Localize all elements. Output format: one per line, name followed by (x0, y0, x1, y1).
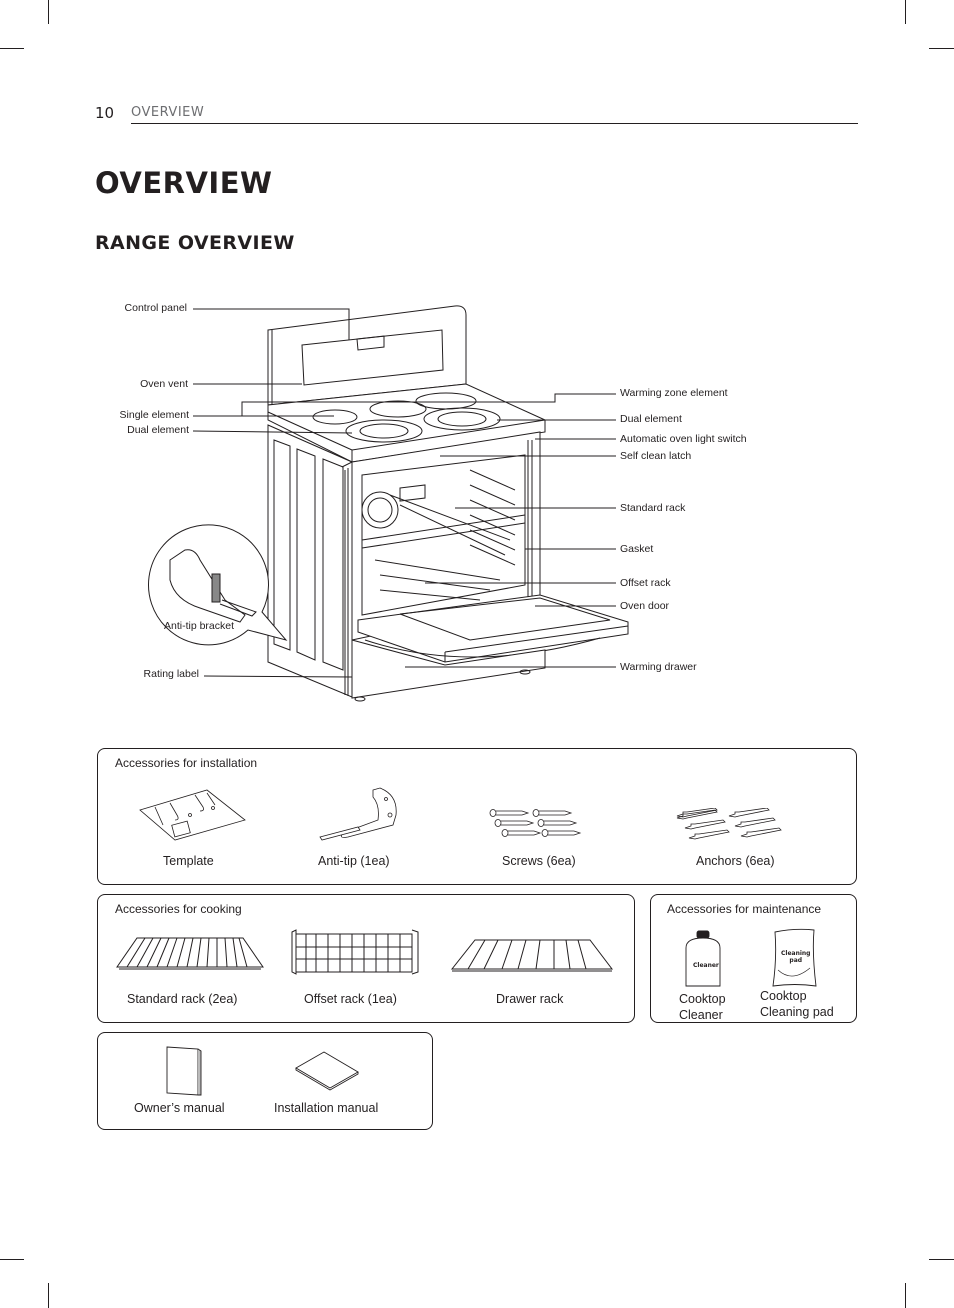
caption-template: Template (163, 854, 214, 868)
caption-cooktop-cleaner: Cooktop Cleaner (679, 991, 726, 1023)
anchors-icon (676, 808, 782, 840)
cleaning-pad-text-line2: pad (789, 957, 803, 964)
cleaning-pad-text: Cleaning pad (781, 950, 810, 964)
crop-mark (48, 1283, 49, 1308)
caption-owners-manual: Owner’s manual (134, 1101, 225, 1115)
caption-anchors: Anchors (6ea) (696, 854, 775, 868)
label-single-element: Single element (119, 409, 189, 421)
template-icon (139, 789, 246, 841)
installation-accessories-title: Accessories for installation (115, 756, 258, 770)
label-rating-label: Rating label (143, 668, 199, 680)
caption-cooktop-cleaner-line1: Cooktop (679, 992, 726, 1006)
installation-manual-icon (295, 1051, 359, 1091)
label-oven-vent: Oven vent (140, 378, 188, 390)
owners-manual-icon (166, 1046, 202, 1096)
screws-icon (489, 809, 581, 837)
label-oven-door: Oven door (620, 600, 670, 612)
maintenance-accessories-title: Accessories for maintenance (667, 902, 822, 916)
caption-standard-rack: Standard rack (2ea) (127, 992, 238, 1006)
label-dual-element-left: Dual element (127, 424, 189, 436)
anti-tip-icon (319, 787, 397, 841)
caption-cleaning-pad-line2: Cleaning pad (760, 1005, 834, 1019)
caption-anti-tip: Anti-tip (1ea) (318, 854, 390, 868)
caption-screws: Screws (6ea) (502, 854, 576, 868)
caption-offset-rack: Offset rack (1ea) (304, 992, 397, 1006)
range-illustration (148, 305, 629, 702)
crop-mark (905, 1283, 906, 1308)
side-panel-part (267, 424, 353, 698)
cleaner-bottle-text: Cleaner (693, 962, 719, 969)
standard-rack-icon (116, 937, 264, 970)
label-warming-drawer: Warming drawer (620, 661, 697, 673)
label-automatic-oven-light-switch: Automatic oven light switch (620, 433, 747, 445)
label-standard-rack: Standard rack (620, 502, 686, 514)
label-warming-zone-element: Warming zone element (620, 387, 728, 399)
label-offset-rack: Offset rack (620, 577, 671, 589)
label-anti-tip-bracket: Anti-tip bracket (164, 620, 235, 632)
drawer-rack-icon (450, 939, 614, 972)
caption-cleaning-pad: Cooktop Cleaning pad (760, 988, 834, 1020)
caption-cooktop-cleaner-line2: Cleaner (679, 1008, 723, 1022)
label-gasket: Gasket (620, 543, 654, 555)
label-control-panel: Control panel (124, 302, 187, 314)
caption-installation-manual: Installation manual (274, 1101, 379, 1115)
label-self-clean-latch: Self clean latch (620, 450, 692, 462)
crop-mark (929, 1259, 954, 1260)
offset-rack-icon (291, 929, 419, 975)
caption-cleaning-pad-line1: Cooktop (760, 989, 807, 1003)
caption-drawer-rack: Drawer rack (496, 992, 564, 1006)
cooktop-cleaner-icon (685, 930, 721, 987)
label-dual-element-right: Dual element (620, 413, 682, 425)
cooking-accessories-title: Accessories for cooking (115, 902, 242, 916)
crop-mark (0, 1259, 24, 1260)
cleaning-pad-text-line1: Cleaning (781, 950, 811, 957)
manuals-box (97, 1032, 433, 1130)
